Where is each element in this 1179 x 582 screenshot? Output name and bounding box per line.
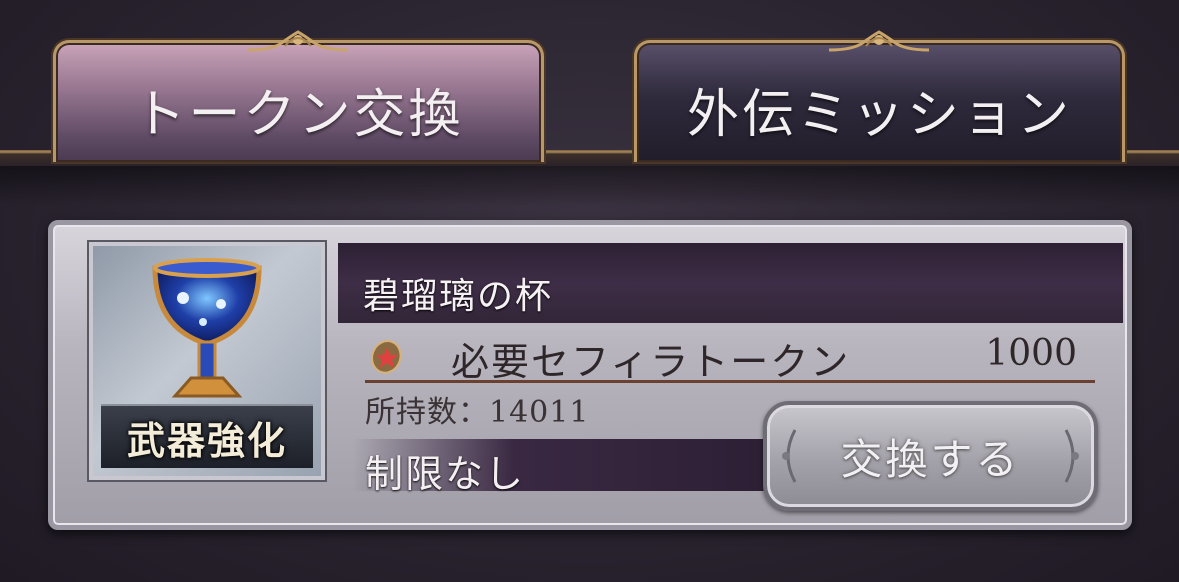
item-thumbnail[interactable]: 武器強化 [89,242,325,480]
owned-value: 14011 [489,395,590,430]
sefira-token-icon [371,340,402,374]
tab-crest-ornament [828,30,930,52]
button-ornament-right [1064,429,1079,483]
owned-label: 所持数： [365,395,489,430]
item-name: 碧瑠璃の杯 [363,276,554,317]
cost-value: 1000 [985,333,1077,374]
item-category-badge: 武器強化 [101,404,313,468]
cost-label: 必要セフィラトークン [451,340,851,384]
owned-count: 所持数：14011 [365,387,589,431]
tab-bar-shadow [0,166,1179,206]
exchange-item-card: 武器強化 碧瑠璃の杯 必要セフィラトークン 1000 所持数：14011 制限な… [48,220,1132,530]
tab-side-missions-label: 外伝ミッション [686,85,1072,145]
exchange-limit: 制限なし [365,452,526,496]
cost-row: 必要セフィラトークン 1000 [365,325,1095,384]
tab-crest-ornament [247,30,349,52]
button-ornament-left [782,429,797,483]
tab-token-exchange-label: トークン交換 [133,85,464,145]
exchange-button[interactable]: 交換する [763,401,1098,511]
tab-side-missions[interactable]: 外伝ミッション [634,40,1125,162]
tab-token-exchange[interactable]: トークン交換 [53,40,544,162]
exchange-button-label: 交換する [840,434,1021,484]
chalice-icon [152,258,262,398]
